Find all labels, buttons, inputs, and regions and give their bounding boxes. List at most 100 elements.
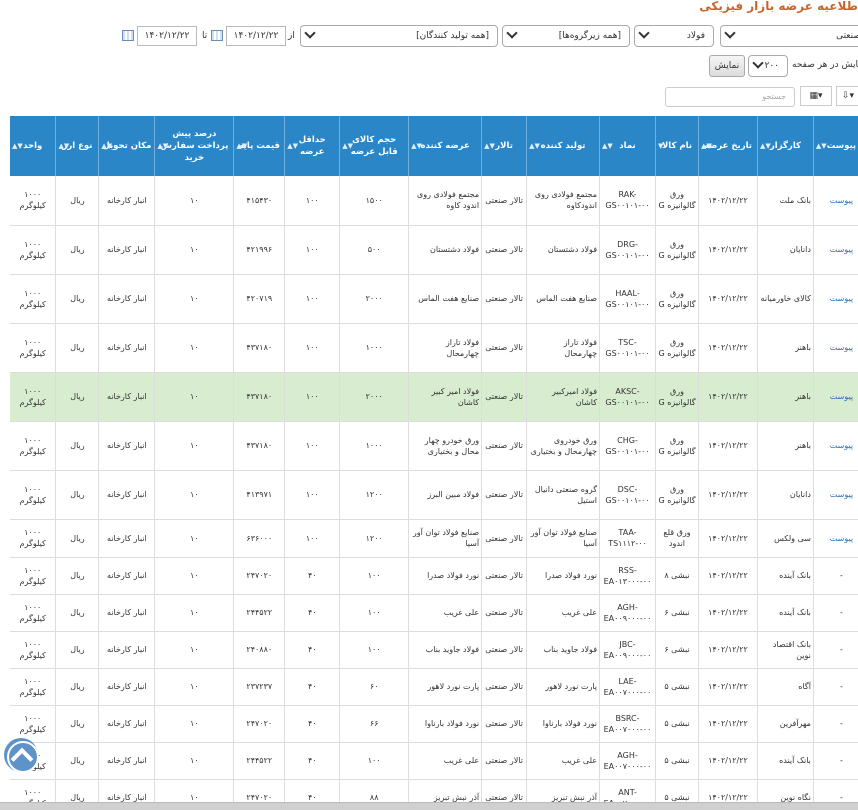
cell-supplier: مجتمع فولادی روی اندود کاوه [408, 176, 483, 226]
from-date-input[interactable]: ۱۴۰۲/۱۲/۲۲ [226, 26, 286, 46]
col-producer[interactable]: ▲▼ تولید کننده [526, 116, 601, 176]
col-broker[interactable]: ▲▼ کارگزار [757, 116, 814, 176]
group-select[interactable]: فولاد [634, 25, 714, 47]
cell-unit: ۱۰۰۰ کیلوگرم [10, 470, 57, 520]
col-unit[interactable]: ▲▼ واحد [10, 116, 57, 176]
cell-supplier: ورق خودرو چهار محال و بختیاری [408, 421, 483, 471]
cell-producer: پارت نورد لاهور [526, 668, 601, 706]
col-volume[interactable]: ▲▼ حجم کالای قابل عرضه [339, 116, 410, 176]
cell-symbol: TAA-TS۱۱۱۲-۰۰ [599, 519, 656, 558]
cell-supplier: پارت نورد لاهور [408, 668, 483, 706]
cell-attach[interactable]: پیوست [813, 421, 858, 471]
calendar-icon[interactable] [122, 30, 134, 41]
col-attach[interactable]: ▲▼ پیوست [813, 116, 858, 176]
show-button[interactable]: نمایش [709, 55, 745, 77]
cell-broker: باهنر [757, 372, 814, 422]
table-row[interactable]: ۱۰۰۰ کیلوگرم ریال انبار کارخانه ۱۰ ۴۱۵۴۳۰ ۱۰۰… [10, 176, 858, 226]
col-min-offer[interactable]: ▲▼ حداقل عرضه [284, 116, 341, 176]
chevron-down-icon [724, 27, 736, 39]
cell-attach[interactable]: پیوست [813, 176, 858, 226]
cell-symbol: AGH-EA۰۰۷۰۰۰-۰۰ [599, 742, 656, 780]
cell-base-price: ۲۴۴۵۲۲ [233, 594, 286, 632]
cell-symbol: RSS-EA۰۱۳۰۰۰-۰۰ [599, 557, 656, 595]
cell-volume: ۱۲۰۰ [339, 470, 410, 520]
producer-select[interactable]: [همه تولید کنندگان] [300, 25, 498, 47]
cell-supplier: علی غریب [408, 594, 483, 632]
cell-attach[interactable]: پیوست [813, 519, 858, 558]
table-row[interactable]: ۱۰۰۰ کیلوگرمریالانبار کارخانه۱۰۲۴۴۵۲۲۴۰۱… [10, 594, 858, 632]
cell-producer: ورق خودروی چهارمحال و بختیاری [526, 421, 601, 471]
table-row[interactable]: ۱۰۰۰ کیلوگرم ریال انبار کارخانه ۱۰ ۶۳۶۰۰۰ ۱۰۰… [10, 519, 858, 558]
col-currency[interactable]: ▲▼ نوع ارز [55, 116, 100, 176]
cell-supplier: فولاد جاوید بناب [408, 631, 483, 669]
cell-symbol: DRG-GS۰۰۱۰۱-۰۰ [599, 225, 656, 275]
col-goods[interactable]: ▼ نام کالا [655, 116, 699, 176]
page-size-value: ۲۰۰ [764, 61, 779, 71]
table-row[interactable]: ۱۰۰۰ کیلوگرم ریال انبار کارخانه ۱۰ ۲۳۷۲۳۷ ۴۰ ۶… [10, 668, 858, 706]
table-row[interactable]: ۱۰۰۰ کیلوگرم ریال انبار کارخانه ۱۰ ۴۲۱۹۹۶ ۱۰۰… [10, 225, 858, 275]
cell-symbol: JBC-EA۰۰۹۰۰۰-۰۰ [599, 631, 656, 669]
subgroup-select[interactable]: [همه زیرگروه‌ها] [502, 25, 630, 47]
cell-volume: ۲۰۰۰ [339, 274, 410, 324]
cell-goods: ورق گالوانیزه G [655, 372, 699, 422]
cell-hall: تالار صنعتی [481, 557, 528, 595]
table-row[interactable]: ۱۰۰۰ کیلوگرمریالانبار کارخانه۱۰۲۴۴۵۲۲۴۰۱… [10, 742, 858, 780]
chevron-down-icon [304, 27, 316, 39]
page-title: اطلاعیه عرضه بازار فیزیکی [699, 0, 858, 13]
scroll-to-top-button[interactable] [4, 738, 39, 773]
horizontal-scrollbar[interactable] [0, 802, 858, 810]
cell-attach: - [813, 742, 858, 780]
col-supplier[interactable]: ▲▼ عرضه کننده [408, 116, 483, 176]
calendar-icon[interactable] [211, 30, 223, 41]
cell-date: ۱۴۰۲/۱۲/۲۲ [698, 519, 758, 558]
cell-producer: مجتمع فولادی روی اندودکاوه [526, 176, 601, 226]
cell-prepay: ۱۰ [154, 519, 235, 558]
cell-date: ۱۴۰۲/۱۲/۲۲ [698, 372, 758, 422]
table-row[interactable]: ۱۰۰۰ کیلوگرم ریال انبار کارخانه ۱۰ ۴۱۳۹۷۱ ۱۰۰… [10, 470, 858, 520]
cell-supplier: فولاد امیر کبیر کاشان [408, 372, 483, 422]
cell-goods: ورق گالوانیزه G [655, 225, 699, 275]
cell-symbol: DSC-GS۰۰۱۰۱-۰۰ [599, 470, 656, 520]
cell-attach[interactable]: پیوست [813, 225, 858, 275]
col-base-price[interactable]: ▲▼ قیمت پایه [233, 116, 286, 176]
cell-volume: ۱۵۰۰ [339, 176, 410, 226]
col-hall[interactable]: ▲▼ تالار [481, 116, 528, 176]
col-delivery[interactable]: ▲▼ مکان تحویل [98, 116, 156, 176]
cell-goods: نبشی ۵ [655, 742, 699, 780]
cell-producer: نورد فولاد بارناوا [526, 705, 601, 743]
cell-currency: ریال [55, 668, 100, 706]
cell-attach[interactable]: پیوست [813, 323, 858, 373]
chevron-down-icon [506, 27, 518, 39]
cell-date: ۱۴۰۲/۱۲/۲۲ [698, 742, 758, 780]
col-date[interactable]: ▲▼ تاریخ عرضه [698, 116, 758, 176]
table-row[interactable]: ۱۰۰۰ کیلوگرم ریال انبار کارخانه ۱۰ ۴۳۷۱۸۰ ۱۰۰… [10, 323, 858, 373]
cell-min-offer: ۱۰۰ [284, 323, 341, 373]
col-symbol[interactable]: ▲▼ نماد [599, 116, 656, 176]
cell-attach[interactable]: پیوست [813, 470, 858, 520]
cell-hall: تالار صنعتی [481, 742, 528, 780]
table-row[interactable]: ۱۰۰۰ کیلوگرم ریال انبار کارخانه ۱۰ ۲۴۷۰۲۰ ۴۰ ۶… [10, 705, 858, 743]
cell-attach[interactable]: پیوست [813, 372, 858, 422]
cell-volume: ۲۰۰۰ [339, 372, 410, 422]
search-input[interactable]: جستجو [665, 87, 795, 107]
cell-base-price: ۴۱۳۹۷۱ [233, 470, 286, 520]
to-date-input[interactable]: ۱۴۰۲/۱۲/۲۲ [137, 26, 197, 46]
table-row[interactable]: ۱۰۰۰ کیلوگرم ریال انبار کارخانه ۱۰ ۴۲۰۷۱۹ ۱۰۰… [10, 274, 858, 324]
cell-volume: ۱۲۰۰ [339, 519, 410, 558]
page-size-select[interactable]: ۲۰۰ [748, 55, 788, 77]
cell-symbol: LAE-EA۰۰۷۰۰۰-۰۰ [599, 668, 656, 706]
table-row[interactable]: ۱۰۰۰ کیلوگرم ریال انبار کارخانه ۱۰ ۲۴۰۸۸۰ ۴۰ ۱… [10, 631, 858, 669]
cell-delivery: انبار کارخانه [98, 594, 156, 632]
cell-attach[interactable]: پیوست [813, 274, 858, 324]
cell-volume: ۱۰۰ [339, 594, 410, 632]
columns-button[interactable]: ▦▾ [800, 86, 832, 106]
col-prepay[interactable]: ▲▼ درصد پیش پرداخت سفارش خرید [154, 116, 235, 176]
cell-broker: بانک اقتصاد نوین [757, 631, 814, 669]
table-row[interactable]: ۱۰۰۰ کیلوگرم ریال انبار کارخانه ۱۰ ۲۴۷۰۲۰ ۴۰ ۱… [10, 557, 858, 595]
export-button[interactable]: ⇩▾ [836, 86, 858, 106]
cell-supplier: صنایع فولاد توان آور آسیا [408, 519, 483, 558]
cell-unit: ۱۰۰۰ کیلوگرم [10, 668, 57, 706]
table-row[interactable]: ۱۰۰۰ کیلوگرم ریال انبار کارخانه ۱۰ ۴۳۷۱۸۰ ۱۰۰… [10, 421, 858, 471]
table-row[interactable]: ۱۰۰۰ کیلوگرم ریال انبار کارخانه ۱۰ ۴۳۷۱۸۰ ۱۰۰… [10, 372, 858, 422]
market-select[interactable]: صنعتی [720, 25, 858, 47]
